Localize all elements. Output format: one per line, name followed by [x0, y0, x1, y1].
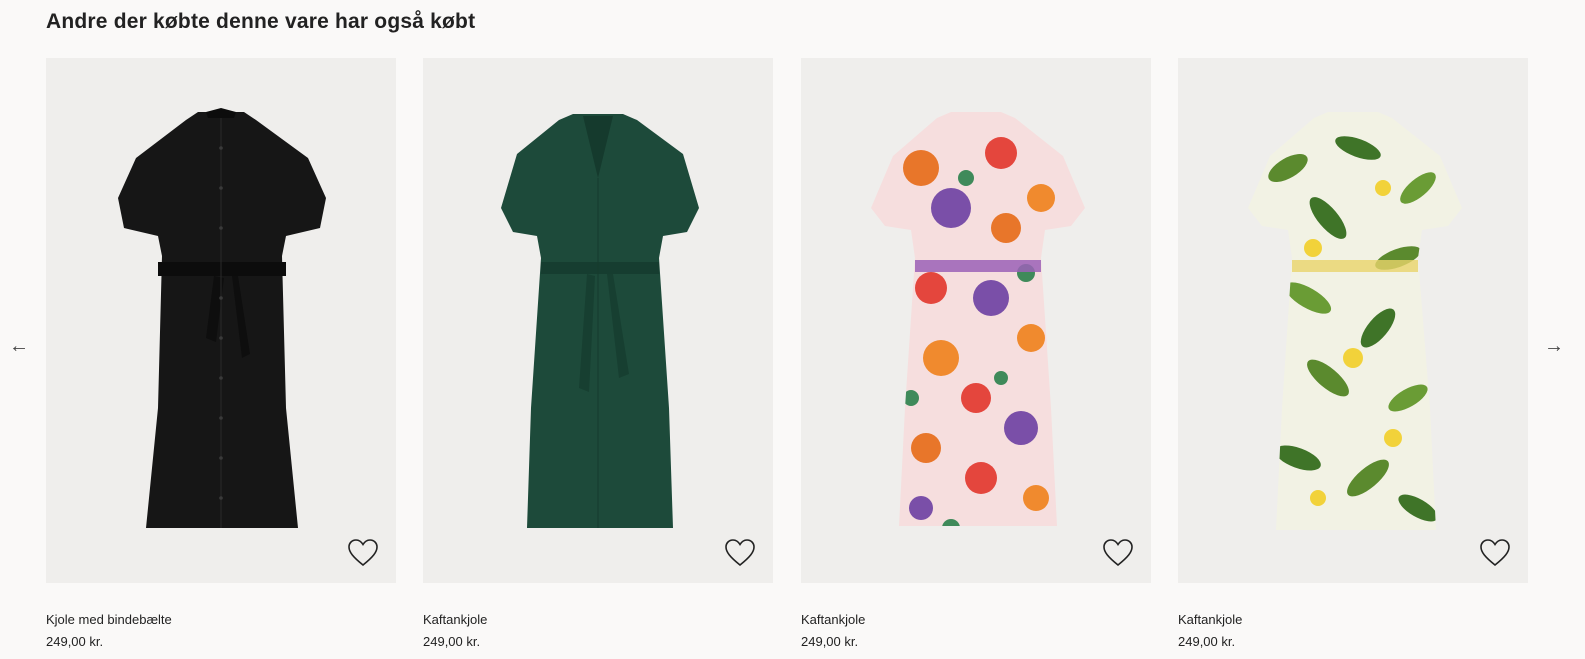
product-name[interactable]: Kaftankjole [423, 612, 773, 628]
dress-image [118, 108, 326, 528]
product-name[interactable]: Kjole med bindebælte [46, 612, 396, 628]
carousel-prev-button[interactable]: ← [6, 333, 32, 359]
product-card[interactable]: Kaftankjole 249,00 kr. [1178, 58, 1528, 650]
carousel-next-button[interactable]: → [1541, 333, 1567, 359]
product-image[interactable] [46, 58, 396, 583]
dress-image [871, 112, 1085, 526]
heart-outline-icon[interactable] [1479, 538, 1511, 568]
product-image[interactable] [1178, 58, 1528, 583]
product-name[interactable]: Kaftankjole [801, 612, 1151, 628]
dress-image [1248, 112, 1462, 530]
heart-outline-icon[interactable] [724, 538, 756, 568]
product-price: 249,00 kr. [423, 634, 481, 649]
product-name[interactable]: Kaftankjole [1178, 612, 1528, 628]
product-carousel: ← Kjole med bindebælte 249,00 kr. Kaftan… [0, 0, 1585, 659]
product-price: 249,00 kr. [801, 634, 859, 649]
heart-outline-icon[interactable] [1102, 538, 1134, 568]
product-card[interactable]: Kjole med bindebælte 249,00 kr. [46, 58, 396, 650]
product-image[interactable] [801, 58, 1151, 583]
arrow-left-icon: ← [9, 335, 29, 357]
product-card[interactable]: Kaftankjole 249,00 kr. [423, 58, 773, 650]
product-image[interactable] [423, 58, 773, 583]
arrow-right-icon: → [1544, 335, 1564, 357]
product-price: 249,00 kr. [1178, 634, 1236, 649]
heart-outline-icon[interactable] [347, 538, 379, 568]
product-price: 249,00 kr. [46, 634, 104, 649]
product-card[interactable]: Kaftankjole 249,00 kr. [801, 58, 1151, 650]
dress-image [501, 114, 699, 528]
